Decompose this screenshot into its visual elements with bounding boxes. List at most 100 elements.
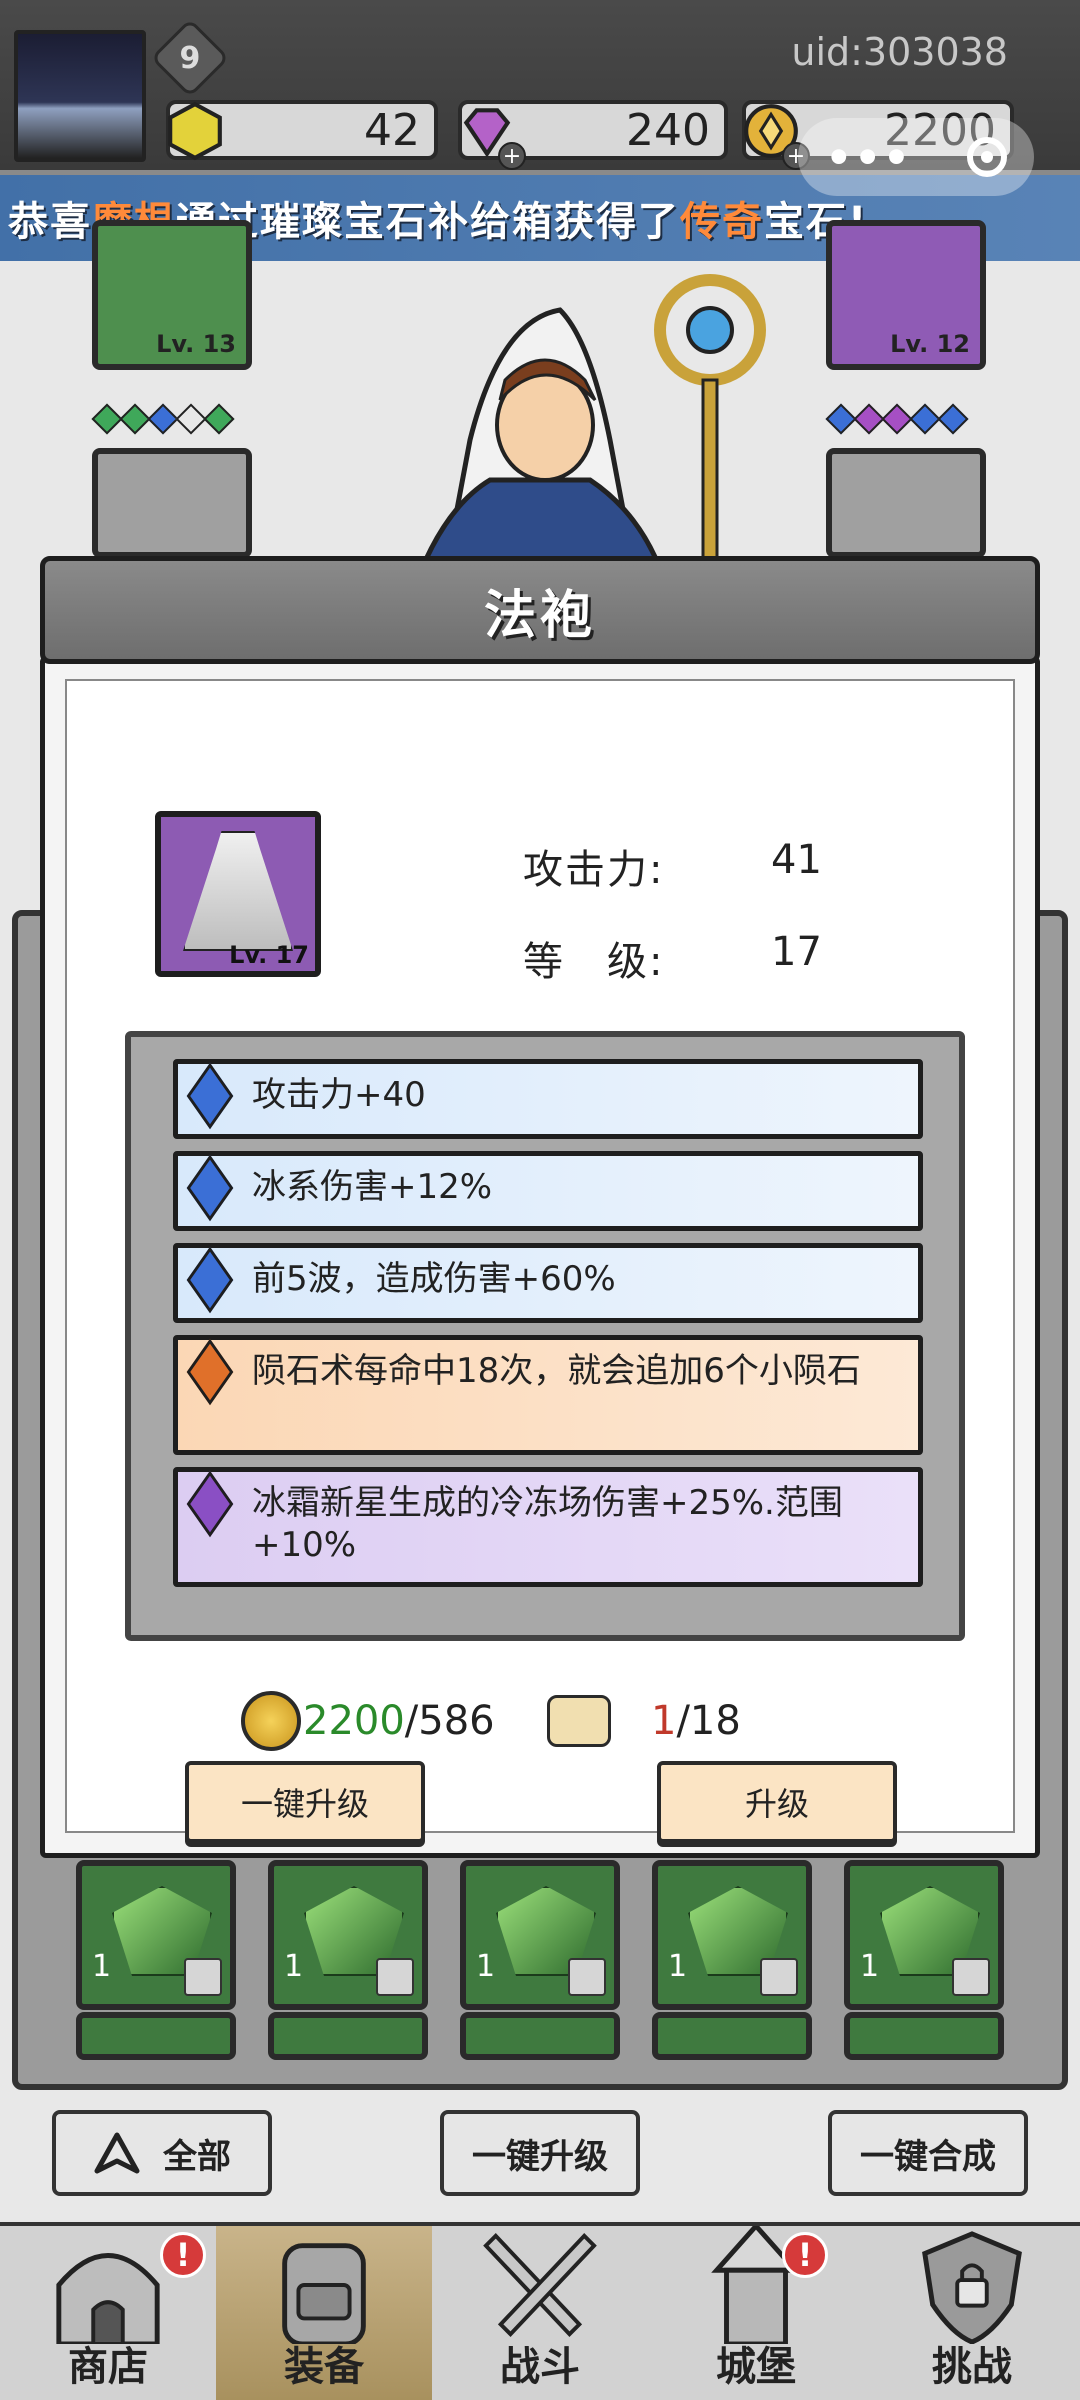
- inventory-item[interactable]: 1: [652, 1860, 812, 2010]
- boot-mini-icon: [568, 1958, 606, 1996]
- triangle-filter-icon: [94, 2132, 140, 2174]
- filter-all-label: 全部: [163, 2136, 231, 2177]
- player-uid: uid:303038: [791, 30, 1008, 74]
- cloak-icon: [183, 831, 293, 951]
- blue-crystal-icon: [186, 1062, 234, 1130]
- player-level: 9: [179, 40, 201, 76]
- resource-gold-hex[interactable]: 42: [166, 100, 438, 161]
- coins-need: /586: [404, 1698, 495, 1744]
- purple-crystal-icon: [186, 1470, 234, 1538]
- diamonds-amount: 240: [626, 104, 710, 156]
- item-detail-dialog: Lv. 17 攻击力: 41 等 级: 17 攻击力+40 冰系伤害+12% 前…: [40, 556, 1040, 1858]
- inventory-item[interactable]: 1: [460, 1860, 620, 2010]
- add-diamonds-icon[interactable]: +: [498, 142, 526, 170]
- nav-shop-label: 商店: [68, 2344, 148, 2390]
- nav-equipment[interactable]: 装备: [216, 2226, 432, 2400]
- inventory-item[interactable]: 1: [76, 1860, 236, 2010]
- inventory-item[interactable]: [652, 2012, 812, 2060]
- player-avatar[interactable]: [14, 30, 146, 162]
- robe-mini-icon: [184, 1958, 222, 1996]
- resource-diamonds[interactable]: 240 +: [458, 100, 728, 170]
- robe-item-icon: Lv. 17: [155, 811, 321, 977]
- auto-merge-button[interactable]: 一键合成: [828, 2110, 1028, 2196]
- bonus-list-frame: 攻击力+40 冰系伤害+12% 前5波，造成伤害+60% 陨石术每命中18次，就…: [125, 1031, 965, 1641]
- bonus-text: 攻击力+40: [252, 1075, 426, 1115]
- dialog-header: 法袍: [40, 556, 1040, 664]
- inventory-item[interactable]: 1: [268, 1860, 428, 2010]
- notice-prefix: 恭喜: [8, 199, 92, 245]
- inventory-item-count: 1: [92, 1949, 112, 1984]
- close-target-icon[interactable]: [966, 137, 1007, 177]
- scarf-gem-row: [825, 403, 969, 435]
- shop-hut-icon: [56, 2253, 160, 2344]
- inventory-item[interactable]: [844, 2012, 1004, 2060]
- upgrade-button[interactable]: 升级: [657, 1761, 897, 1843]
- backpack-icon: [282, 2243, 366, 2344]
- bonus-row: 攻击力+40: [173, 1059, 923, 1139]
- inventory-item-count: 1: [284, 1949, 304, 1984]
- nav-castle-label: 城堡: [716, 2344, 796, 2390]
- equip-slot-scarf[interactable]: Lv. 12: [826, 220, 986, 370]
- gem-icon: [825, 403, 857, 435]
- gem-icon: [909, 403, 941, 435]
- magic-staff-illustration: [654, 274, 766, 580]
- gem-icon: [91, 403, 123, 435]
- nav-equipment-label: 装备: [284, 2344, 364, 2390]
- inventory-item-count: 1: [476, 1949, 496, 1984]
- inventory-item[interactable]: [268, 2012, 428, 2060]
- equip-slot-robe[interactable]: [92, 448, 252, 558]
- bonus-row: 冰系伤害+12%: [173, 1151, 923, 1231]
- castle-alert-icon: !: [782, 2232, 828, 2278]
- bonus-text: 陨石术每命中18次，就会追加6个小陨石: [252, 1351, 861, 1391]
- notice-rarity: 传奇: [680, 199, 764, 245]
- nav-battle-label: 战斗: [500, 2344, 580, 2390]
- stat-level-value: 17: [771, 929, 822, 975]
- nav-challenge-label: 挑战: [932, 2344, 1012, 2390]
- gem-icon: [175, 403, 207, 435]
- inventory-item-count: 1: [668, 1949, 688, 1984]
- filter-all-button[interactable]: 全部: [52, 2110, 272, 2196]
- bonus-row: 前5波，造成伤害+60%: [173, 1243, 923, 1323]
- shield-lock-icon: [922, 2231, 1022, 2344]
- blue-crystal-icon: [186, 1246, 234, 1314]
- hood-gem-row: [91, 403, 235, 435]
- gold-coin-icon: [241, 1691, 301, 1751]
- inventory-item[interactable]: [76, 2012, 236, 2060]
- equip-slot-scarf-level: Lv. 12: [890, 330, 970, 358]
- miniprogram-capsule: •••: [798, 118, 1034, 196]
- gold-hex-amount: 42: [364, 104, 420, 156]
- inventory-item[interactable]: [460, 2012, 620, 2060]
- gold-hexagon-icon: [168, 101, 222, 161]
- gem-icon: [853, 403, 885, 435]
- nav-challenge[interactable]: 挑战: [864, 2226, 1080, 2400]
- more-icon[interactable]: •••: [825, 133, 912, 182]
- gem-icon: [119, 403, 151, 435]
- item-level-badge: Lv. 17: [229, 941, 309, 969]
- inventory-item[interactable]: 1: [844, 1860, 1004, 2010]
- nav-battle[interactable]: 战斗: [432, 2226, 648, 2400]
- gem-icon: [147, 403, 179, 435]
- nav-castle[interactable]: 城堡 !: [648, 2226, 864, 2400]
- coins-have: 2200: [303, 1698, 405, 1744]
- bonus-row: 冰霜新星生成的冷冻场伤害+25%.范围+10%: [173, 1467, 923, 1587]
- stat-level-label: 等 级:: [523, 939, 665, 985]
- boot-mini-icon: [952, 1958, 990, 1996]
- coin-cost: 2200 /586: [241, 1691, 495, 1751]
- auto-upgrade-button[interactable]: 一键升级: [185, 1761, 425, 1843]
- equip-slot-hood[interactable]: Lv. 13: [92, 220, 252, 370]
- inventory-item-count: 1: [860, 1949, 880, 1984]
- nav-shop[interactable]: 商店 !: [0, 2226, 216, 2400]
- gem-icon: [881, 403, 913, 435]
- auto-upgrade-all-button[interactable]: 一键升级: [440, 2110, 640, 2196]
- equip-slot-hood-level: Lv. 13: [156, 330, 236, 358]
- equip-slot-ring[interactable]: [826, 448, 986, 558]
- bottom-navigation: 商店 ! 装备 战斗 城堡 ! 挑战: [0, 2222, 1080, 2400]
- stat-attack-value: 41: [771, 837, 822, 883]
- scroll-cost: 1 /18: [547, 1695, 741, 1747]
- boot-mini-icon: [760, 1958, 798, 1996]
- scroll-have: 1: [651, 1698, 677, 1744]
- gem-icon: [937, 403, 969, 435]
- dialog-title: 法袍: [483, 585, 596, 646]
- robe-scroll-icon: [547, 1695, 611, 1747]
- shop-alert-icon: !: [160, 2232, 206, 2278]
